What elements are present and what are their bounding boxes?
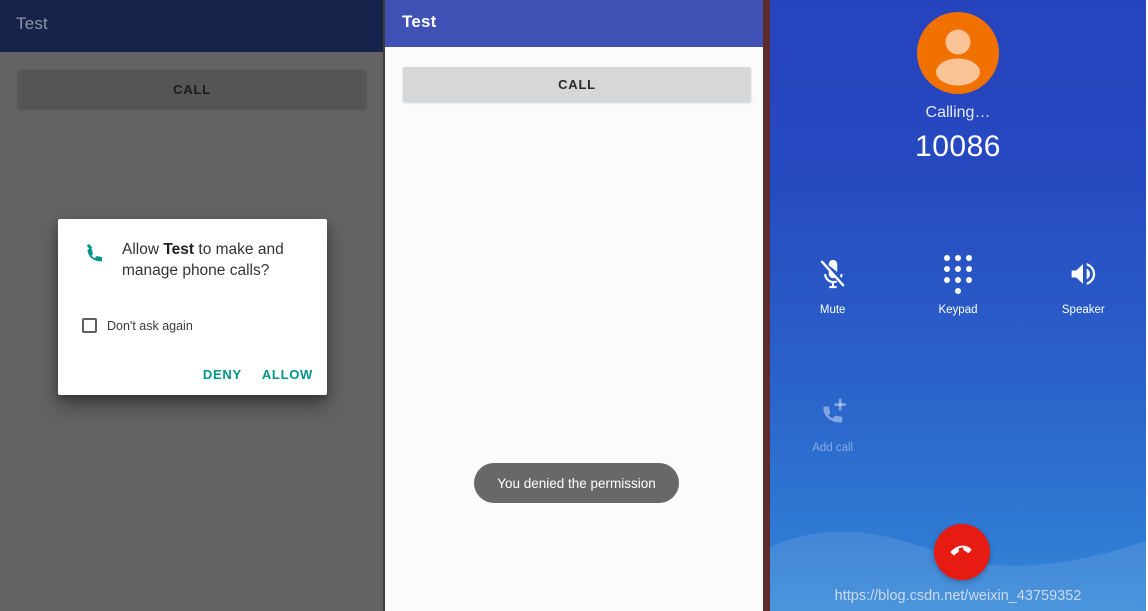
dialpad-dot [965,276,972,283]
dont-ask-again-label: Don't ask again [107,318,193,333]
dialpad-dot [954,276,961,283]
add-call-label: Add call [812,442,854,454]
toast-message: You denied the permission [474,463,679,503]
dialpad-dot [943,265,950,272]
mute-button[interactable]: Mute [770,252,895,316]
mute-label: Mute [819,304,846,316]
checkbox-icon[interactable] [82,318,97,333]
call-end-icon [950,545,972,556]
call-controls: Mute Keypad Speaker Add call [770,252,1146,454]
permission-message: Allow Test to make and manage phone call… [122,239,303,281]
dialpad-dot [954,287,961,294]
permission-dialog-actions: DENY ALLOW [203,367,313,382]
call-controls-row-1: Mute Keypad Speaker [770,252,1146,316]
add-call-icon [816,390,850,434]
dialpad-dot [954,254,961,261]
app-content-middle: CALL [385,47,763,611]
app-bar-title: Test [16,14,48,33]
allow-button[interactable]: ALLOW [262,367,313,382]
dialpad-dot [965,254,972,261]
call-button[interactable]: CALL [18,70,366,108]
permission-message-prefix: Allow [122,241,164,258]
permission-message-app: Test [163,241,195,258]
app-bar-middle: Test [385,0,763,47]
app-bar-left: Test [0,0,383,52]
watermark-url: https://blog.csdn.net/weixin_43759352 [834,588,1082,604]
deny-button[interactable]: DENY [203,367,242,382]
call-controls-spacer [895,390,1020,454]
panel-in-call-screen: Calling… 10086 Mute Keypad Speaker Add c… [770,0,1146,611]
speaker-label: Speaker [1061,304,1105,316]
permission-message-row: Allow Test to make and manage phone call… [58,219,327,281]
dialpad-dot [965,265,972,272]
dont-ask-again-checkbox-row[interactable]: Don't ask again [82,318,193,333]
permission-dialog: Allow Test to make and manage phone call… [58,219,327,395]
dialpad-dot [943,276,950,283]
call-button[interactable]: CALL [403,67,751,102]
speaker-button[interactable]: Speaker [1021,252,1146,316]
call-controls-row-2: Add call [770,390,1146,454]
app-bar-title: Test [402,12,437,31]
call-status-label: Calling… [925,104,991,121]
avatar [917,12,999,94]
end-call-container [934,524,990,580]
add-call-button[interactable]: Add call [770,390,895,454]
phone-icon [82,241,108,272]
dialpad-dot [954,265,961,272]
screenshot-stage: Test CALL Allow Test to make and manage … [0,0,1148,611]
keypad-button[interactable]: Keypad [895,252,1020,316]
keypad-label: Keypad [938,304,978,316]
call-controls-spacer [1021,390,1146,454]
dialpad-dot [943,254,950,261]
panel-permission-denied-screen: Test CALL You denied the permission [385,0,770,611]
person-avatar-icon [936,29,980,86]
end-call-button[interactable] [934,524,990,580]
panel-permission-dialog-screen: Test CALL Allow Test to make and manage … [0,0,385,611]
call-phone-number: 10086 [915,130,1001,163]
speaker-icon [1066,252,1100,296]
dialpad-icon [943,252,972,296]
mic-off-icon [816,252,850,296]
